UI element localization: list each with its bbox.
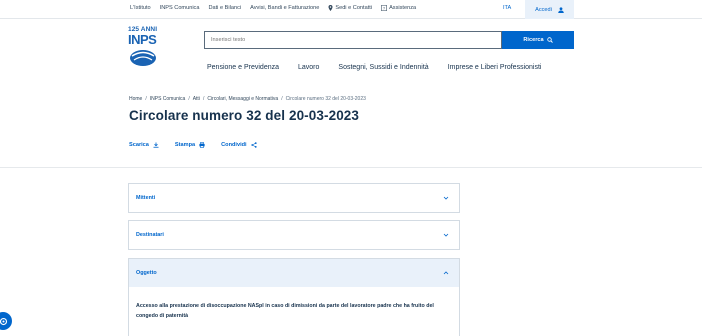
- accordion-mittenti: Mittenti: [128, 183, 460, 213]
- utility-link-sedi[interactable]: Sedi e Contatti: [328, 5, 372, 11]
- breadcrumb-current: Circolare numero 32 del 20-03-2023: [285, 96, 366, 102]
- chat-icon: [0, 317, 7, 325]
- page-actions: Scarica Stampa Condividi: [129, 142, 273, 148]
- accordion-header-mittenti[interactable]: Mittenti: [129, 184, 459, 212]
- accordion-label: Mittenti: [136, 195, 156, 201]
- share-label: Condividi: [221, 142, 247, 148]
- share-button[interactable]: Condividi: [221, 142, 257, 148]
- printer-icon: [199, 142, 205, 148]
- chat-assistant-button[interactable]: [0, 312, 12, 330]
- page-title: Circolare numero 32 del 20-03-2023: [129, 108, 360, 123]
- download-button[interactable]: Scarica: [129, 142, 159, 148]
- nav-item-imprese[interactable]: Imprese e Liberi Professionisti: [448, 64, 542, 71]
- search-button[interactable]: Ricerca: [502, 31, 574, 49]
- breadcrumb-separator: /: [281, 96, 283, 102]
- accordion-label: Destinatari: [136, 232, 164, 238]
- help-icon: ?: [381, 5, 388, 11]
- accordion-label: Oggetto: [136, 270, 157, 276]
- map-pin-icon: [328, 5, 333, 11]
- search-input[interactable]: [211, 37, 501, 43]
- utility-nav: L'Istituto INPS Comunica Dati e Bilanci …: [130, 5, 416, 11]
- chevron-down-icon: [443, 196, 449, 200]
- nav-item-sostegni[interactable]: Sostegni, Sussidi e Indennità: [338, 64, 428, 71]
- breadcrumb: Home / INPS Comunica / Atti / Circolari,…: [129, 96, 366, 102]
- breadcrumb-home[interactable]: Home: [129, 96, 142, 102]
- accordion-oggetto: Oggetto Accesso alla prestazione di diso…: [128, 258, 460, 336]
- breadcrumb-circolari[interactable]: Circolari, Messaggi e Normativa: [207, 96, 278, 102]
- accordion-destinatari: Destinatari: [128, 220, 460, 250]
- inps-logo[interactable]: 125 ANNI INPS: [128, 26, 158, 70]
- breadcrumb-atti[interactable]: Atti: [193, 96, 200, 102]
- top-utility-bar: L'Istituto INPS Comunica Dati e Bilanci …: [0, 0, 702, 19]
- sedi-label: Sedi e Contatti: [335, 5, 373, 11]
- print-button[interactable]: Stampa: [175, 142, 205, 148]
- logo-wordmark: INPS: [128, 32, 157, 47]
- breadcrumb-comunica[interactable]: INPS Comunica: [150, 96, 186, 102]
- utility-link-assistenza[interactable]: ? Assistenza: [381, 5, 416, 11]
- login-label: Accedi: [535, 6, 552, 13]
- search-field[interactable]: [204, 31, 502, 49]
- assistenza-label: Assistenza: [389, 5, 417, 11]
- search-icon: [546, 37, 553, 43]
- breadcrumb-separator: /: [202, 96, 205, 102]
- accordion-body-oggetto: Accesso alla prestazione di disoccupazio…: [136, 303, 434, 319]
- download-label: Scarica: [129, 142, 149, 148]
- download-icon: [153, 142, 159, 148]
- nav-item-pensione[interactable]: Pensione e Previdenza: [207, 64, 279, 71]
- language-selector[interactable]: ITA: [503, 5, 511, 11]
- user-icon: [558, 6, 564, 13]
- accordion-header-destinatari[interactable]: Destinatari: [129, 221, 459, 249]
- share-icon: [250, 142, 257, 148]
- utility-link-dati[interactable]: Dati e Bilanci: [208, 5, 241, 11]
- svg-text:?: ?: [383, 6, 386, 11]
- breadcrumb-separator: /: [145, 96, 147, 102]
- nav-item-lavoro[interactable]: Lavoro: [298, 64, 319, 71]
- main-nav: Pensione e Previdenza Lavoro Sostegni, S…: [207, 64, 560, 71]
- breadcrumb-separator: /: [188, 96, 190, 102]
- print-label: Stampa: [174, 142, 196, 148]
- chevron-down-icon: [443, 233, 449, 237]
- section-divider: [0, 167, 702, 168]
- logo-emblem-icon: [130, 50, 156, 66]
- utility-link-istituto[interactable]: L'Istituto: [130, 5, 151, 11]
- utility-link-avvisi[interactable]: Avvisi, Bandi e Fatturazione: [250, 5, 319, 11]
- accordion-header-oggetto[interactable]: Oggetto: [129, 259, 459, 287]
- search-button-label: Ricerca: [523, 37, 544, 43]
- login-button[interactable]: Accedi: [525, 0, 574, 19]
- chevron-up-icon: [443, 271, 449, 275]
- utility-link-comunica[interactable]: INPS Comunica: [160, 5, 200, 11]
